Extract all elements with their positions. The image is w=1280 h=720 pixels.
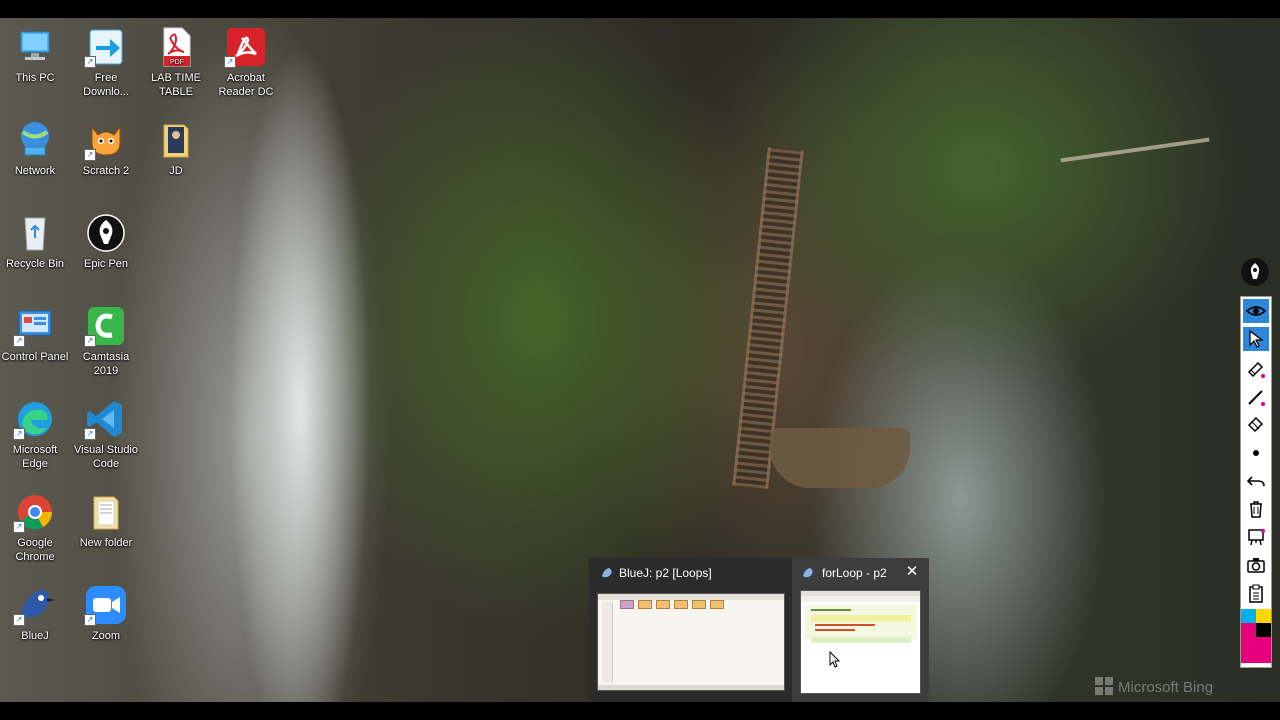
desktop-icon-network[interactable]: Network	[0, 119, 70, 178]
shortcut-arrow-icon: ↗	[84, 614, 96, 626]
microsoft-logo-icon	[1095, 677, 1113, 695]
desktop-icon-label: Acrobat Reader DC	[218, 72, 274, 98]
bluej-icon	[602, 568, 612, 578]
desktop-icon-label: Camtasia 2019	[82, 351, 130, 377]
desktop-icon-label: Google Chrome	[15, 537, 55, 563]
desktop-icon-bluej[interactable]: ↗ BlueJ	[0, 584, 70, 643]
close-icon[interactable]: ✕	[904, 564, 920, 580]
preview-thumbnail[interactable]	[800, 590, 921, 694]
recycle-bin-icon	[13, 212, 57, 254]
shortcut-arrow-icon: ↗	[13, 614, 25, 626]
desktop-icon-label: New folder	[79, 537, 133, 549]
shortcut-arrow-icon: ↗	[84, 335, 96, 347]
folder-icon	[154, 119, 198, 161]
shortcut-arrow-icon: ↗	[84, 149, 96, 161]
desktop-icon-epic-pen[interactable]: Epic Pen	[71, 212, 141, 271]
letterbox-bottom	[0, 702, 1280, 720]
desktop-icon-label: This PC	[15, 72, 55, 84]
epic-pen-icon	[84, 212, 128, 254]
desktop-icon-camtasia[interactable]: ↗ Camtasia 2019	[71, 305, 141, 378]
desktop-icon-acrobat[interactable]: ↗ Acrobat Reader DC	[211, 26, 281, 99]
desktop-icon-label: Zoom	[91, 630, 121, 642]
camtasia-icon: ↗	[84, 305, 128, 347]
vscode-icon: ↗	[84, 398, 128, 440]
desktop-icon-label: LAB TIME TABLE	[151, 72, 201, 98]
color-swatch-cyan[interactable]	[1241, 609, 1256, 623]
undo-icon[interactable]	[1243, 469, 1269, 493]
preview-window-bluej-loops[interactable]: BlueJ: p2 [Loops]	[589, 558, 789, 702]
folder-icon	[84, 491, 128, 533]
eye-icon[interactable]	[1243, 299, 1269, 323]
desktop-icon-label: Network	[14, 165, 56, 177]
network-icon	[13, 119, 57, 161]
clipboard-icon[interactable]	[1243, 581, 1269, 605]
epic-pen-logo-icon[interactable]	[1241, 258, 1269, 286]
trash-icon[interactable]	[1243, 497, 1269, 521]
desktop-icon-label: Scratch 2	[82, 165, 130, 177]
desktop-icon-new-folder[interactable]: New folder	[71, 491, 141, 550]
control-panel-icon: ↗	[13, 305, 57, 347]
desktop-icon-label: Microsoft Edge	[12, 444, 58, 470]
desktop-icon-recycle-bin[interactable]: Recycle Bin	[0, 212, 70, 271]
acrobat-icon: ↗	[224, 26, 268, 68]
desktop-icon-label: Control Panel	[1, 351, 69, 363]
desktop-icon-control-panel[interactable]: ↗ Control Panel	[0, 305, 70, 364]
desktop-icon-label: Recycle Bin	[5, 258, 65, 270]
shortcut-arrow-icon: ↗	[84, 56, 96, 68]
whiteboard-icon[interactable]	[1243, 525, 1269, 549]
preview-title: BlueJ: p2 [Loops]	[619, 566, 712, 580]
shortcut-arrow-icon: ↗	[84, 428, 96, 440]
zoom-icon: ↗	[84, 584, 128, 626]
taskbar-preview-popup: BlueJ: p2 [Loops] forLoop - p2 ✕	[589, 558, 929, 702]
desktop-icon-label: JD	[169, 165, 183, 177]
desktop-icon-label: Epic Pen	[83, 258, 129, 270]
color-swatch-magenta[interactable]	[1241, 623, 1256, 637]
preview-title: forLoop - p2	[822, 566, 887, 580]
desktop-icon-label: BlueJ	[21, 630, 49, 642]
pdf-file-icon: PDF	[154, 26, 198, 68]
this-pc-icon	[13, 26, 57, 68]
bing-watermark-text: Microsoft Bing	[1118, 679, 1214, 696]
desktop-icon-free-download[interactable]: ↗ Free Downlo...	[71, 26, 141, 99]
wallpaper-platform	[770, 428, 910, 488]
mouse-cursor-icon	[829, 651, 841, 668]
shortcut-arrow-icon: ↗	[13, 335, 25, 347]
highlighter-icon[interactable]	[1243, 411, 1269, 435]
shortcut-arrow-icon: ↗	[13, 521, 25, 533]
desktop-icon-lab-time-table[interactable]: PDF LAB TIME TABLE	[141, 26, 211, 99]
cursor-icon[interactable]	[1243, 327, 1269, 351]
color-swatch-current[interactable]	[1241, 637, 1271, 663]
preview-thumbnail[interactable]	[597, 593, 785, 691]
preview-window-forloop[interactable]: forLoop - p2 ✕	[792, 558, 929, 702]
color-swatch-yellow[interactable]	[1256, 609, 1271, 623]
download-app-icon: ↗	[84, 26, 128, 68]
chrome-icon: ↗	[13, 491, 57, 533]
bluej-icon	[803, 568, 813, 578]
color-palette-icon[interactable]	[1241, 609, 1271, 665]
wallpaper-bridge	[1060, 137, 1210, 163]
scratch-icon: ↗	[84, 119, 128, 161]
desktop-icon-label: Free Downlo...	[83, 72, 129, 98]
epic-pen-toolbar	[1240, 296, 1272, 668]
brush-size-icon[interactable]	[1243, 441, 1269, 465]
desktop-icon-vscode[interactable]: ↗ Visual Studio Code	[71, 398, 141, 471]
line-icon[interactable]	[1243, 385, 1269, 409]
shortcut-arrow-icon: ↗	[224, 56, 236, 68]
pen-icon[interactable]	[1243, 357, 1269, 381]
svg-text:PDF: PDF	[170, 59, 184, 66]
color-swatch-black[interactable]	[1256, 623, 1271, 637]
desktop-icon-zoom[interactable]: ↗ Zoom	[71, 584, 141, 643]
desktop-icon-scratch[interactable]: ↗ Scratch 2	[71, 119, 141, 178]
bing-watermark: Microsoft Bing	[1095, 677, 1213, 696]
desktop-icon-chrome[interactable]: ↗ Google Chrome	[0, 491, 70, 564]
desktop-icon-jd[interactable]: JD	[141, 119, 211, 178]
desktop-icon-label: Visual Studio Code	[73, 444, 138, 470]
letterbox-top	[0, 0, 1280, 18]
edge-icon: ↗	[13, 398, 57, 440]
desktop-icon-edge[interactable]: ↗ Microsoft Edge	[0, 398, 70, 471]
desktop-icon-this-pc[interactable]: This PC	[0, 26, 70, 85]
shortcut-arrow-icon: ↗	[13, 428, 25, 440]
bluej-icon: ↗	[13, 584, 57, 626]
camera-icon[interactable]	[1243, 553, 1269, 577]
